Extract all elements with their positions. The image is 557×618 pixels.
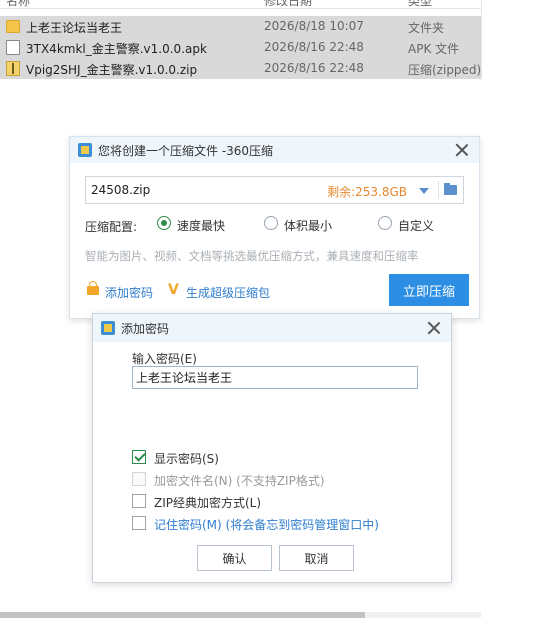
close-icon[interactable] [455,143,469,157]
file-row[interactable]: Vpig2SHJ_金主警察.v1.0.0.zip 2026/8/16 22:48… [0,58,481,79]
checkbox-checked-icon [132,450,146,464]
file-row[interactable]: 上老王论坛当老王 2026/8/18 10:07 文件夹 [0,16,481,37]
file-date: 2026/8/18 10:07 [264,19,364,33]
config-label: 压缩配置: [85,220,138,234]
column-type[interactable]: 类型 [408,0,432,8]
folder-icon [6,20,20,33]
folder-icon[interactable] [444,183,457,195]
file-date: 2026/8/16 22:48 [264,61,364,75]
checkbox-label: 显示密码(S) [154,452,219,466]
column-date[interactable]: 修改日期 [264,0,312,8]
password-input[interactable] [132,366,418,389]
checkbox-unchecked-icon [132,494,146,508]
zip-icon [6,61,20,76]
horizontal-scrollbar[interactable] [0,612,481,618]
radio-label: 速度最快 [177,219,226,233]
compress-dialog: 您将创建一个压缩文件 -360压缩 剩余:253.8GB 压缩配置: 速度最快 … [69,136,480,319]
cancel-button[interactable]: 取消 [279,545,354,571]
document-icon [6,40,20,55]
checkbox-label: ZIP经典加密方式(L) [154,496,262,510]
radio-checked-icon [157,216,171,230]
link-label: 添加密码 [105,286,154,300]
dialog-title: 添加密码 [121,322,170,336]
column-header: 名称 修改日期 类型 [0,0,481,9]
free-space-label: 剩余:253.8GB [327,185,407,199]
checkbox-label: 加密文件名(N) (不支持ZIP格式) [154,474,325,488]
dialog-title: 您将创建一个压缩文件 -360压缩 [98,144,274,158]
file-type: 文件夹 [408,21,445,35]
checkbox-unchecked-icon [132,516,146,530]
file-name: 上老王论坛当老王 [26,21,123,35]
radio-unchecked-icon [378,216,392,230]
radio-label: 自定义 [398,219,435,233]
filename-input[interactable] [91,181,291,199]
compress-now-button[interactable]: 立即压缩 [389,274,469,306]
add-password-dialog: 添加密码 输入密码(E) 显示密码(S) 加密文件名(N) (不支持ZIP格式)… [92,313,452,583]
file-type: APK 文件 [408,42,460,56]
dialog-titlebar[interactable]: 添加密码 [93,314,451,342]
divider [481,0,482,80]
file-name: 3TX4kmkl_金主警察.v1.0.0.apk [26,42,207,56]
password-label: 输入密码(E) [132,352,197,366]
vip-v-icon: V [168,282,179,298]
compress-hint: 智能为图片、视频、文档等挑选最优压缩方式，兼具速度和压缩率 [85,249,419,263]
file-name: Vpig2SHJ_金主警察.v1.0.0.zip [26,63,198,77]
radio-unchecked-icon [264,216,278,230]
scrollbar-thumb[interactable] [0,612,365,618]
file-date: 2026/8/16 22:48 [264,40,364,54]
ok-button[interactable]: 确认 [197,545,272,571]
divider [438,181,439,199]
chevron-down-icon[interactable] [419,188,429,194]
radio-label: 体积最小 [284,219,333,233]
checkbox-disabled-icon [132,472,146,486]
app-360-icon [101,321,115,335]
column-name[interactable]: 名称 [6,0,30,8]
link-label: 生成超级压缩包 [186,286,271,300]
output-path-box[interactable]: 剩余:253.8GB [85,176,464,204]
dialog-titlebar[interactable]: 您将创建一个压缩文件 -360压缩 [70,137,479,163]
file-type: 压缩(zipped) [408,63,482,77]
checkbox-label: 记住密码(M) (将会备忘到密码管理窗口中) [154,518,379,532]
lock-icon [87,281,99,295]
file-row[interactable]: 3TX4kmkl_金主警察.v1.0.0.apk 2026/8/16 22:48… [0,37,481,58]
close-icon[interactable] [427,321,441,335]
app-360-icon [78,143,92,157]
